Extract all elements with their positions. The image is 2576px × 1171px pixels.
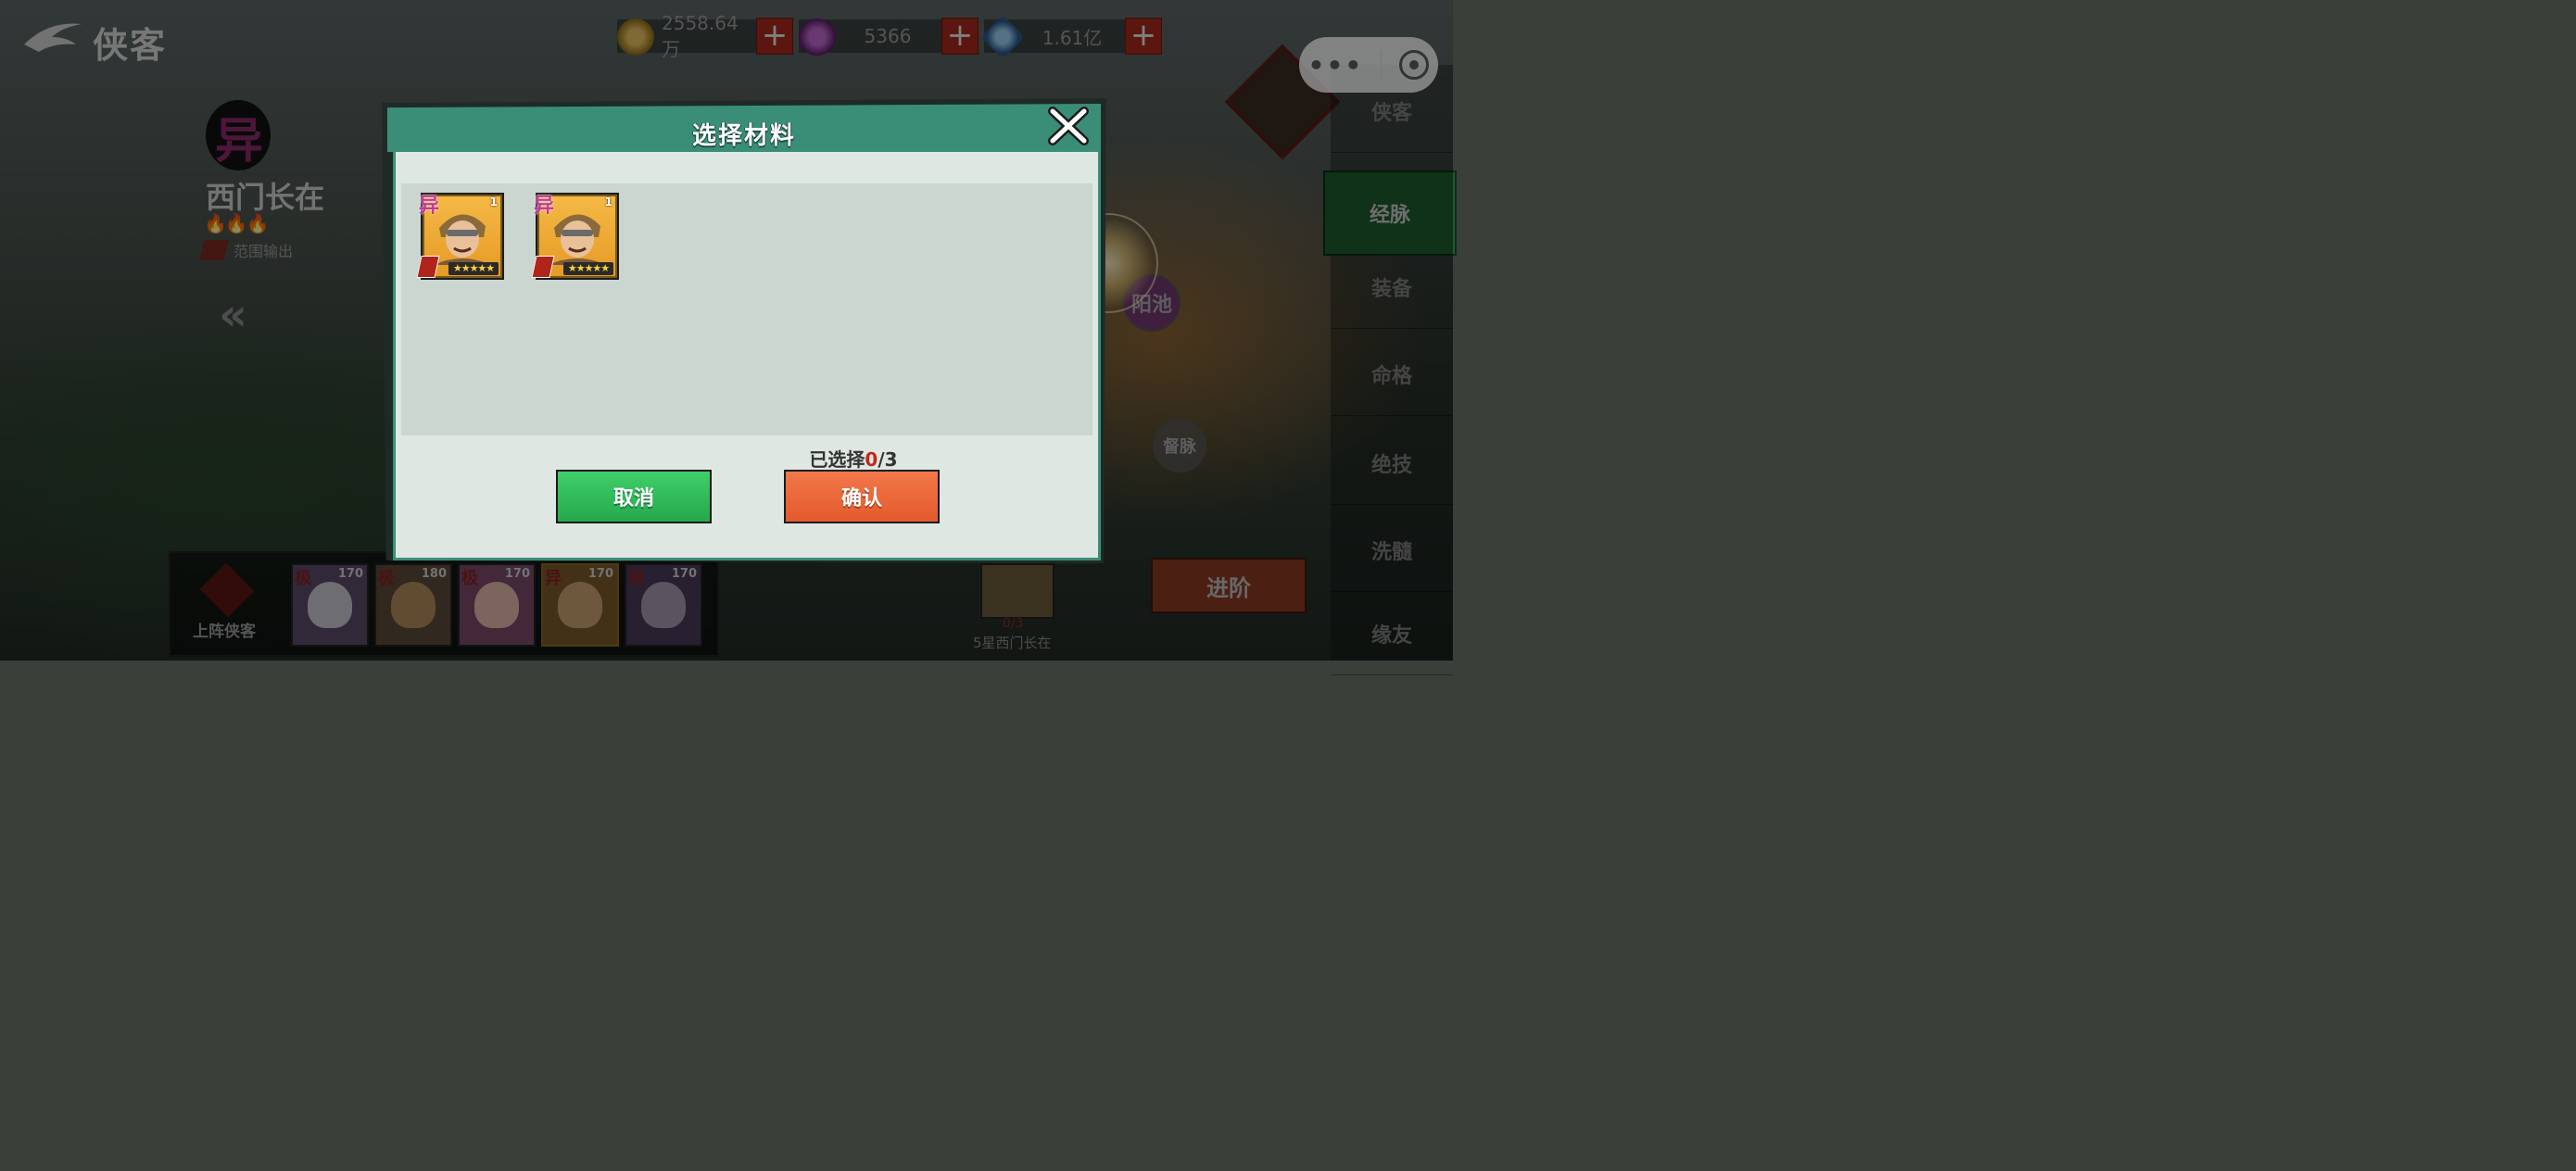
record-circle-icon[interactable] — [1399, 50, 1430, 80]
dialog-header: 选择材料 — [387, 104, 1101, 152]
capsule-divider — [1381, 50, 1383, 80]
confirm-button[interactable]: 确认 — [784, 470, 940, 523]
close-x-icon — [1048, 107, 1089, 145]
select-material-dialog: 选择材料 — [382, 98, 1106, 563]
selected-count: 已选择0/3 — [809, 448, 898, 471]
dialog-title: 选择材料 — [691, 122, 796, 150]
star-rating: ★★★★★ — [563, 262, 613, 275]
star-rating: ★★★★★ — [448, 262, 499, 275]
material-card[interactable]: 异 1 ★★★★★ — [416, 193, 504, 280]
close-button[interactable] — [1047, 106, 1090, 146]
cancel-button[interactable]: 取消 — [556, 470, 712, 523]
sword-role-icon — [416, 256, 440, 278]
material-list — [401, 183, 1092, 435]
more-dots-icon[interactable]: ••• — [1308, 50, 1364, 81]
sword-role-icon — [531, 256, 555, 278]
mini-program-capsule: ••• — [1299, 37, 1438, 93]
material-card[interactable]: 异 1 ★★★★★ — [531, 193, 619, 280]
